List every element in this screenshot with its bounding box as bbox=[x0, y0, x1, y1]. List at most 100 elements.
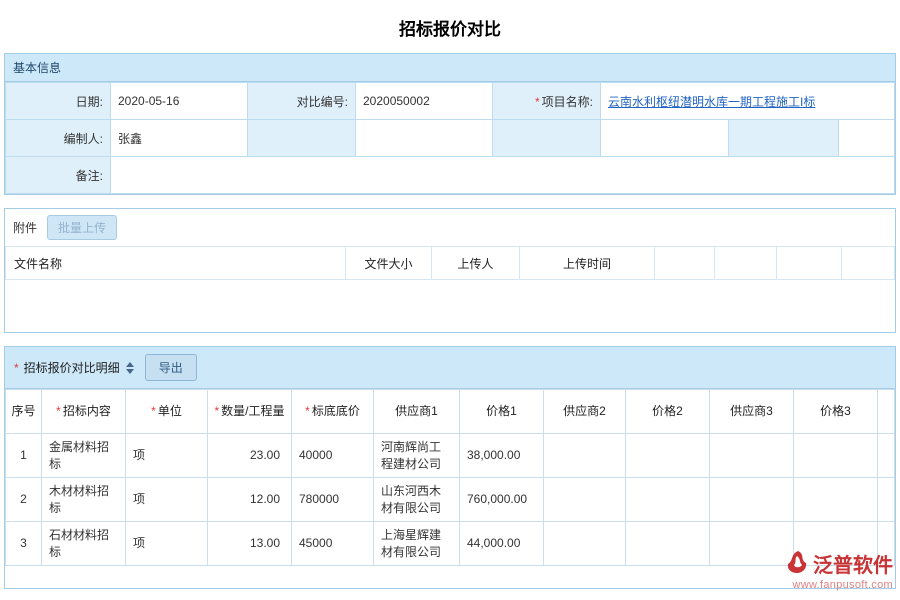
cell-price1: 38,000.00 bbox=[460, 434, 544, 478]
batch-upload-button[interactable]: 批量上传 bbox=[47, 215, 117, 240]
attach-col-uploader: 上传人 bbox=[432, 247, 520, 280]
col-supplier1: 供应商1 bbox=[374, 390, 460, 434]
detail-table: 序号 *招标内容 *单位 *数量/工程量 *标底底价 供应商1 价格1 供应商2… bbox=[5, 389, 895, 566]
detail-section: * 招标报价对比明细 导出 序号 *招标内容 *单位 *数量/工程量 *标底底价… bbox=[4, 346, 896, 589]
cell-supplier1: 河南辉尚工程建材公司 bbox=[374, 434, 460, 478]
cell-quantity: 13.00 bbox=[208, 522, 292, 566]
form-row-2: 编制人: 张鑫 bbox=[6, 120, 895, 157]
table-row: 2 木材材料招标 项 12.00 780000 山东河西木材有限公司 760,0… bbox=[6, 478, 895, 522]
sort-icon[interactable] bbox=[126, 362, 134, 374]
cell-supplier2 bbox=[544, 478, 626, 522]
attachments-title: 附件 bbox=[13, 219, 37, 236]
cell-unit: 项 bbox=[126, 478, 208, 522]
cell-base-price: 45000 bbox=[292, 522, 374, 566]
brand-url: www.fanpusoft.com bbox=[785, 579, 893, 591]
basic-info-table: 日期: 2020-05-16 对比编号: 2020050002 *项目名称: 云… bbox=[5, 82, 895, 194]
cell-supplier2 bbox=[544, 522, 626, 566]
table-row: 1 金属材料招标 项 23.00 40000 河南辉尚工程建材公司 38,000… bbox=[6, 434, 895, 478]
compare-no-label: 对比编号: bbox=[248, 83, 356, 120]
cell-price1: 44,000.00 bbox=[460, 522, 544, 566]
col-price2: 价格2 bbox=[626, 390, 710, 434]
col-supplier3: 供应商3 bbox=[710, 390, 794, 434]
cell-content: 石材材料招标 bbox=[42, 522, 126, 566]
compare-no-field: 2020050002 bbox=[356, 83, 493, 120]
cell-supplier1: 上海星辉建材有限公司 bbox=[374, 522, 460, 566]
cell-seq: 1 bbox=[6, 434, 42, 478]
cell-quantity: 12.00 bbox=[208, 478, 292, 522]
cell-base-price: 40000 bbox=[292, 434, 374, 478]
attach-col-uploadtime: 上传时间 bbox=[520, 247, 655, 280]
attach-col-empty bbox=[655, 247, 715, 280]
remark-label: 备注: bbox=[6, 157, 111, 194]
brand-name: 泛普软件 bbox=[813, 549, 893, 578]
attach-col-empty bbox=[777, 247, 842, 280]
col-supplier2: 供应商2 bbox=[544, 390, 626, 434]
cell-empty bbox=[878, 434, 895, 478]
cell-price1: 760,000.00 bbox=[460, 478, 544, 522]
attach-col-empty bbox=[842, 247, 895, 280]
basic-info-header: 基本信息 bbox=[5, 54, 895, 82]
required-mark: * bbox=[151, 404, 156, 418]
fanpu-logo-icon bbox=[785, 550, 809, 577]
project-label: *项目名称: bbox=[493, 83, 601, 120]
col-content: *招标内容 bbox=[42, 390, 126, 434]
empty-label-cell bbox=[248, 120, 356, 157]
col-quantity: *数量/工程量 bbox=[208, 390, 292, 434]
cell-content: 金属材料招标 bbox=[42, 434, 126, 478]
detail-bottom-padding bbox=[5, 566, 895, 588]
author-field: 张鑫 bbox=[111, 120, 248, 157]
required-mark: * bbox=[214, 404, 219, 418]
cell-unit: 项 bbox=[126, 522, 208, 566]
attachments-table: 文件名称 文件大小 上传人 上传时间 bbox=[5, 246, 895, 280]
attach-col-filename: 文件名称 bbox=[6, 247, 346, 280]
cell-supplier1: 山东河西木材有限公司 bbox=[374, 478, 460, 522]
empty-value-cell bbox=[601, 120, 729, 157]
cell-base-price: 780000 bbox=[292, 478, 374, 522]
col-price1: 价格1 bbox=[460, 390, 544, 434]
cell-price3 bbox=[794, 478, 878, 522]
cell-supplier3 bbox=[710, 434, 794, 478]
detail-header-row: 序号 *招标内容 *单位 *数量/工程量 *标底底价 供应商1 价格1 供应商2… bbox=[6, 390, 895, 434]
basic-info-section: 基本信息 日期: 2020-05-16 对比编号: 2020050002 *项目… bbox=[4, 53, 896, 195]
cell-quantity: 23.00 bbox=[208, 434, 292, 478]
required-mark: * bbox=[305, 404, 310, 418]
cell-unit: 项 bbox=[126, 434, 208, 478]
attachments-header-row: 文件名称 文件大小 上传人 上传时间 bbox=[6, 247, 895, 280]
cell-empty bbox=[878, 478, 895, 522]
form-row-3: 备注: bbox=[6, 157, 895, 194]
cell-seq: 2 bbox=[6, 478, 42, 522]
project-name-link[interactable]: 云南水利枢纽潜明水库一期工程施工I标 bbox=[608, 95, 815, 109]
col-unit: *单位 bbox=[126, 390, 208, 434]
detail-title: 招标报价对比明细 bbox=[24, 359, 120, 376]
export-button[interactable]: 导出 bbox=[145, 354, 197, 381]
col-price3: 价格3 bbox=[794, 390, 878, 434]
attach-col-filesize: 文件大小 bbox=[346, 247, 432, 280]
empty-label-cell bbox=[493, 120, 601, 157]
footer-brand: 泛普软件 www.fanpusoft.com bbox=[785, 549, 893, 591]
attach-col-empty bbox=[715, 247, 777, 280]
col-seq: 序号 bbox=[6, 390, 42, 434]
required-mark: * bbox=[14, 361, 19, 375]
cell-price2 bbox=[626, 434, 710, 478]
author-label: 编制人: bbox=[6, 120, 111, 157]
empty-value-cell bbox=[839, 120, 895, 157]
project-field: 云南水利枢纽潜明水库一期工程施工I标 bbox=[601, 83, 895, 120]
remark-field[interactable] bbox=[111, 157, 895, 194]
required-mark: * bbox=[56, 404, 61, 418]
page-title: 招标报价对比 bbox=[0, 0, 900, 53]
date-label: 日期: bbox=[6, 83, 111, 120]
cell-price3 bbox=[794, 434, 878, 478]
cell-supplier2 bbox=[544, 434, 626, 478]
cell-supplier3 bbox=[710, 478, 794, 522]
date-field[interactable]: 2020-05-16 bbox=[111, 83, 248, 120]
col-base-price: *标底底价 bbox=[292, 390, 374, 434]
cell-seq: 3 bbox=[6, 522, 42, 566]
attachments-section: 附件 批量上传 文件名称 文件大小 上传人 上传时间 bbox=[4, 208, 896, 333]
cell-content: 木材材料招标 bbox=[42, 478, 126, 522]
form-row-1: 日期: 2020-05-16 对比编号: 2020050002 *项目名称: 云… bbox=[6, 83, 895, 120]
empty-value-cell bbox=[356, 120, 493, 157]
cell-supplier3 bbox=[710, 522, 794, 566]
cell-price2 bbox=[626, 522, 710, 566]
attachments-empty-area bbox=[5, 280, 895, 332]
detail-toolbar: * 招标报价对比明细 导出 bbox=[5, 347, 895, 389]
